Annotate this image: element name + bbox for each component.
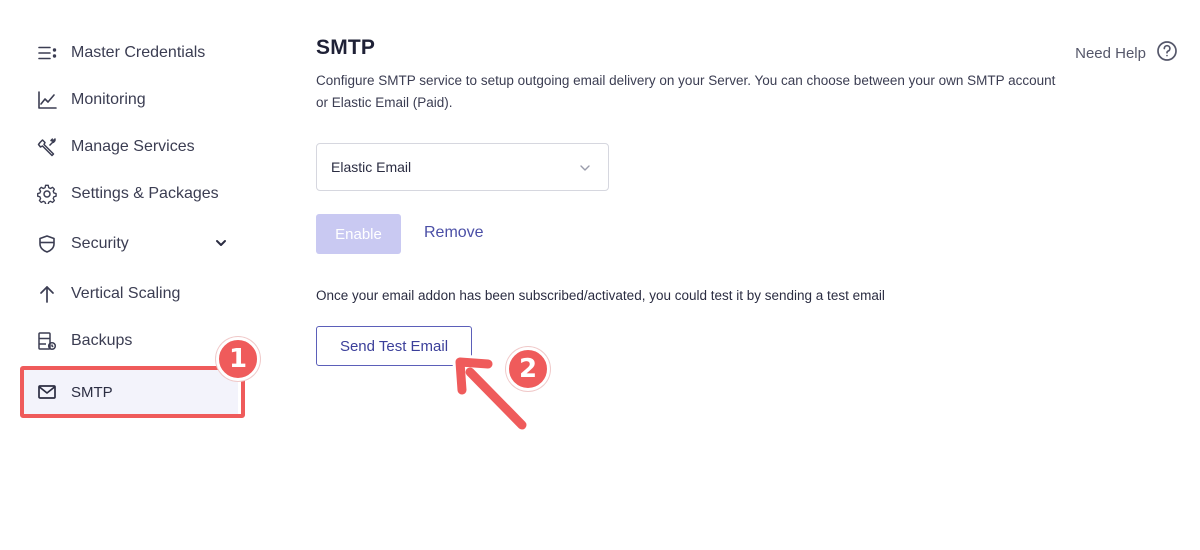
select-value: Elastic Email [331,159,412,175]
mail-icon [36,381,58,403]
sidebar-item-label: Master Credentials [71,44,206,61]
test-email-info-text: Once your email addon has been subscribe… [316,288,885,303]
chevron-down-icon[interactable] [214,236,228,250]
need-help-label: Need Help [1075,45,1146,62]
enable-button[interactable]: Enable [316,214,401,254]
sidebar-item-label: Backups [71,332,133,349]
sidebar-item-vertical-scaling[interactable]: Vertical Scaling [22,272,238,316]
sidebar-item-label: Settings & Packages [71,185,219,202]
annotation-badge-2: 2 [506,347,550,391]
annotation-badge-1: 1 [216,337,260,381]
sidebar-item-settings-packages[interactable]: Settings & Packages [22,172,238,216]
chart-icon [36,89,58,111]
remove-button[interactable]: Remove [424,224,484,242]
wrench-icon [36,136,58,158]
send-test-email-button[interactable]: Send Test Email [316,326,472,366]
sidebar: Master Credentials Monitoring Manage Ser… [0,0,260,550]
sidebar-item-backups[interactable]: Backups [22,319,238,363]
smtp-provider-select[interactable]: Elastic Email [316,143,609,191]
backup-icon [36,330,58,352]
sidebar-item-master-credentials[interactable]: Master Credentials [22,31,238,75]
sidebar-item-label: Security [71,235,129,252]
gear-icon [36,183,58,205]
list-icon [36,42,58,64]
sidebar-item-label: Vertical Scaling [71,285,181,302]
sidebar-item-label: Manage Services [71,138,195,155]
main-content: SMTP Need Help Configure SMTP service to… [316,0,1200,550]
need-help-link[interactable]: Need Help [1075,40,1178,67]
page-description: Configure SMTP service to setup outgoing… [316,73,1056,110]
question-circle-icon [1156,40,1178,67]
page-title: SMTP [316,36,376,59]
sidebar-item-security[interactable]: Security [22,222,238,266]
sidebar-item-monitoring[interactable]: Monitoring [22,78,238,122]
shield-icon [36,233,58,255]
sidebar-item-smtp[interactable]: SMTP [22,370,238,414]
sidebar-item-manage-services[interactable]: Manage Services [22,125,238,169]
chevron-down-icon [580,165,590,171]
sidebar-item-label: SMTP [71,383,113,401]
sidebar-item-label: Monitoring [71,91,146,108]
arrow-up-icon [36,283,58,305]
